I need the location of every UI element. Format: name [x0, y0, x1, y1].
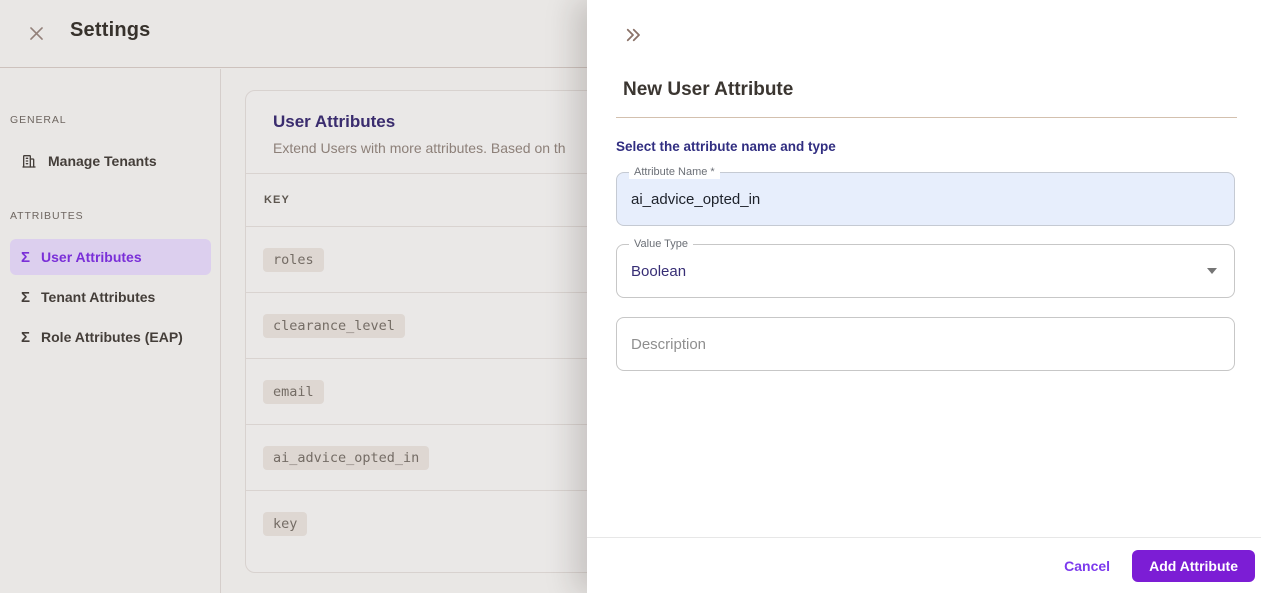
- sidebar-section-label-general: GENERAL: [10, 114, 67, 126]
- attribute-name-label: Attribute Name *: [629, 166, 720, 179]
- chevrons-right-icon: [624, 26, 642, 44]
- attribute-key-pill: roles: [263, 247, 324, 272]
- sidebar-item-role-attributes-eap[interactable]: Σ Role Attributes (EAP): [10, 319, 211, 355]
- sidebar-item-tenant-attributes[interactable]: Σ Tenant Attributes: [10, 279, 211, 315]
- add-attribute-button[interactable]: Add Attribute: [1132, 549, 1255, 582]
- description-field: [616, 317, 1235, 371]
- sidebar: GENERAL Manage Tenants ATTRIBUTES Σ User…: [0, 69, 221, 593]
- sigma-icon: Σ: [21, 328, 31, 346]
- attribute-name-input[interactable]: [617, 173, 1234, 225]
- attribute-name-field: Attribute Name *: [616, 166, 1235, 226]
- building-icon: [21, 153, 37, 169]
- table-column-key: KEY: [264, 194, 290, 206]
- close-settings-button[interactable]: [24, 21, 48, 45]
- cancel-button[interactable]: Cancel: [1054, 550, 1120, 582]
- drawer-footer: Cancel Add Attribute: [587, 538, 1261, 593]
- attribute-key-pill: ai_advice_opted_in: [263, 445, 430, 470]
- new-user-attribute-drawer: New User Attribute Select the attribute …: [587, 0, 1261, 593]
- attribute-key-pill: email: [263, 379, 324, 404]
- value-type-value: Boolean: [631, 262, 687, 280]
- form-section-heading: Select the attribute name and type: [616, 139, 836, 154]
- description-input[interactable]: [617, 318, 1234, 370]
- drawer-title: New User Attribute: [623, 79, 794, 100]
- sidebar-section-label-attributes: ATTRIBUTES: [10, 210, 84, 222]
- sidebar-item-label: User Attributes: [41, 249, 142, 265]
- sidebar-item-manage-tenants[interactable]: Manage Tenants: [10, 143, 211, 179]
- sidebar-item-label: Tenant Attributes: [41, 289, 156, 305]
- attribute-key-pill: key: [263, 512, 308, 536]
- attribute-key-pill: clearance_level: [263, 313, 405, 338]
- x-icon: [27, 24, 46, 43]
- sigma-icon: Σ: [21, 288, 31, 306]
- drawer-divider: [616, 117, 1237, 118]
- sidebar-item-label: Manage Tenants: [48, 153, 157, 169]
- sidebar-item-label: Role Attributes (EAP): [41, 329, 183, 345]
- collapse-drawer-button[interactable]: [620, 22, 646, 48]
- page-title: Settings: [70, 19, 151, 41]
- sigma-icon: Σ: [21, 248, 31, 266]
- sidebar-item-user-attributes[interactable]: Σ User Attributes: [10, 239, 211, 275]
- chevron-down-icon: [1207, 268, 1217, 274]
- value-type-select[interactable]: Value Type Boolean: [616, 238, 1235, 298]
